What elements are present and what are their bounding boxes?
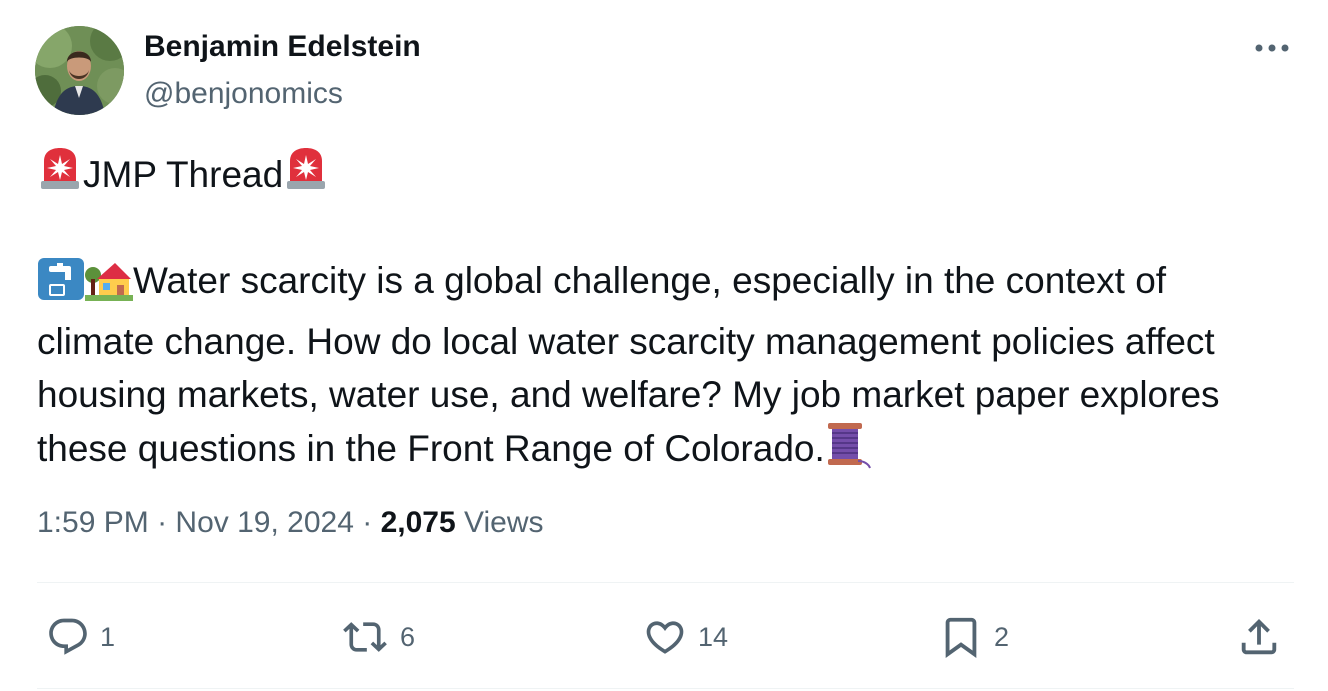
meta-separator: · bbox=[157, 506, 168, 539]
author-handle[interactable]: @benjonomics bbox=[144, 77, 343, 111]
avatar[interactable] bbox=[35, 26, 124, 115]
bookmark-button[interactable]: 2 bbox=[938, 612, 1009, 662]
views-count: 2,075 bbox=[380, 506, 456, 539]
bookmark-count: 2 bbox=[994, 621, 1010, 652]
more-horizontal-icon bbox=[1255, 44, 1289, 52]
share-button[interactable] bbox=[1236, 612, 1282, 662]
body-line-4: these questions in the Front Range of Co… bbox=[37, 428, 825, 469]
tweet-text: JMP Thread Water scarcity is a global ch… bbox=[37, 145, 1297, 483]
rotating-light-icon bbox=[283, 145, 329, 205]
share-icon bbox=[1241, 618, 1277, 655]
body-line-3: housing markets, water use, and welfare?… bbox=[37, 374, 1220, 415]
body-line-1: Water scarcity is a global challenge, es… bbox=[133, 260, 1167, 301]
reply-button[interactable]: 1 bbox=[46, 612, 115, 662]
divider bbox=[37, 688, 1294, 689]
retweet-button[interactable]: 6 bbox=[340, 612, 415, 662]
retweet-icon bbox=[343, 622, 387, 652]
reply-count: 1 bbox=[100, 621, 116, 652]
thread-icon bbox=[825, 421, 871, 483]
body-line-2: climate change. How do local water scarc… bbox=[37, 321, 1215, 362]
avatar-photo bbox=[35, 26, 124, 115]
tweet-meta: 1:59 PM · Nov 19, 2024 · 2,075 Views bbox=[37, 506, 543, 540]
rotating-light-icon bbox=[37, 145, 83, 205]
divider bbox=[37, 582, 1294, 583]
author-display-name[interactable]: Benjamin Edelstein bbox=[144, 30, 421, 64]
headline-text: JMP Thread bbox=[83, 154, 284, 195]
tweet-time[interactable]: 1:59 PM bbox=[37, 506, 149, 539]
tweet-card: Benjamin Edelstein @benjonomics JMP Thre… bbox=[0, 0, 1328, 691]
like-count: 14 bbox=[698, 621, 729, 652]
views-label: Views bbox=[464, 506, 544, 539]
retweet-count: 6 bbox=[400, 621, 416, 652]
reply-icon bbox=[49, 618, 87, 655]
more-options-button[interactable] bbox=[1248, 28, 1296, 68]
meta-separator: · bbox=[362, 506, 373, 539]
bookmark-icon bbox=[945, 617, 977, 658]
tweet-date[interactable]: Nov 19, 2024 bbox=[175, 506, 353, 539]
potable-water-icon bbox=[37, 257, 85, 315]
house-with-garden-icon bbox=[85, 257, 133, 315]
like-button[interactable]: 14 bbox=[642, 612, 728, 662]
heart-icon bbox=[646, 621, 684, 654]
